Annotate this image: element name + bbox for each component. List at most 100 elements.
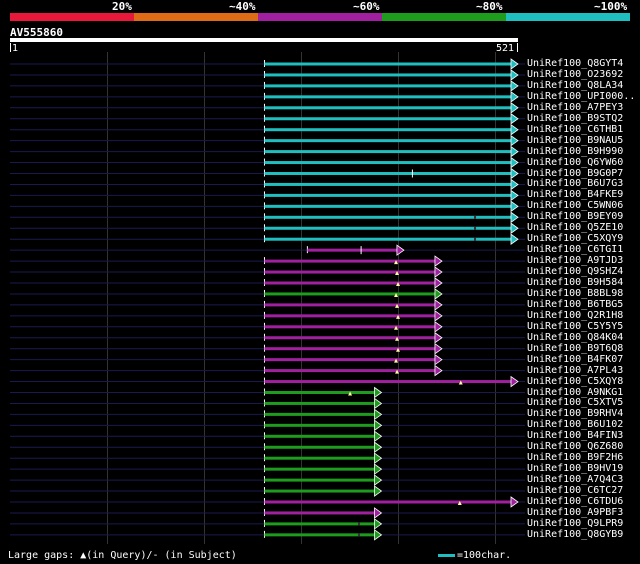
hit-bar[interactable] xyxy=(264,117,511,121)
hit-bar[interactable] xyxy=(264,150,511,154)
hit-label[interactable]: UniRef100_Q8GYB9 xyxy=(527,529,623,540)
hit-bar[interactable] xyxy=(264,204,511,208)
hit-bar[interactable] xyxy=(264,467,375,471)
hit-row[interactable] xyxy=(10,518,525,530)
hit-label[interactable]: UniRef100_B6U102 xyxy=(527,420,623,430)
hit-row[interactable] xyxy=(10,112,525,125)
hit-row[interactable] xyxy=(10,277,525,289)
hit-label[interactable]: UniRef100_A9NKG1 xyxy=(527,387,623,398)
hit-row[interactable] xyxy=(10,353,525,366)
hit-label[interactable]: UniRef100_B9G0P7 xyxy=(527,168,623,179)
hit-label[interactable]: UniRef100_Q5ZE10 xyxy=(527,223,623,233)
hit-row[interactable] xyxy=(10,145,525,158)
hit-label[interactable]: UniRef100_Q9LPR9 xyxy=(527,518,623,529)
hit-bar[interactable] xyxy=(264,401,375,405)
hit-bar[interactable] xyxy=(264,336,435,340)
hit-bar[interactable] xyxy=(264,62,511,66)
hit-label[interactable]: UniRef100_Q2R1H8 xyxy=(527,310,623,321)
hit-bar[interactable] xyxy=(264,456,375,460)
hit-row[interactable] xyxy=(10,485,525,497)
hit-label[interactable]: UniRef100_Q6YW60 xyxy=(527,157,623,168)
hit-label[interactable]: UniRef100_B6U7G3 xyxy=(527,179,623,189)
hit-label[interactable]: UniRef100_B9H990 xyxy=(527,146,623,157)
hit-bar[interactable] xyxy=(264,391,375,394)
hit-row[interactable] xyxy=(10,310,525,322)
hit-row[interactable] xyxy=(10,91,525,103)
hit-bar[interactable] xyxy=(264,281,435,285)
hit-label[interactable]: UniRef100_C6THB1 xyxy=(527,124,623,135)
hit-bar[interactable] xyxy=(264,270,435,274)
hit-row[interactable] xyxy=(10,156,525,169)
hit-bar[interactable] xyxy=(264,303,435,307)
hit-bar[interactable] xyxy=(264,489,375,493)
hit-label[interactable]: UniRef100_B9H584 xyxy=(527,278,623,288)
hit-row[interactable] xyxy=(10,452,525,464)
hit-row[interactable] xyxy=(10,375,525,388)
hit-row[interactable] xyxy=(10,255,525,267)
hit-row[interactable] xyxy=(10,496,525,508)
hit-row[interactable] xyxy=(10,441,525,454)
hit-row[interactable] xyxy=(10,200,525,213)
hit-row[interactable] xyxy=(10,507,525,519)
hit-label[interactable]: UniRef100_Q6Z680 xyxy=(527,442,623,452)
hit-row[interactable] xyxy=(10,233,525,245)
hit-row[interactable] xyxy=(10,321,525,333)
hit-bar[interactable] xyxy=(264,358,435,362)
hit-label[interactable]: UniRef100_UPI000.. xyxy=(527,91,635,102)
hit-label[interactable]: UniRef100_C5XTV5 xyxy=(527,398,623,408)
hit-label[interactable]: UniRef100_C6TC27 xyxy=(527,486,623,496)
hit-label[interactable]: UniRef100_Q8LA34 xyxy=(527,80,623,91)
hit-row[interactable] xyxy=(10,58,525,70)
hit-label[interactable]: UniRef100_C5XQY9 xyxy=(527,234,623,244)
hit-bar[interactable] xyxy=(264,478,375,482)
hit-label[interactable]: UniRef100_B9F2H6 xyxy=(527,453,623,463)
hit-bar[interactable] xyxy=(264,445,375,449)
hit-bar[interactable] xyxy=(264,380,511,384)
hit-label[interactable]: UniRef100_A9PBF3 xyxy=(527,507,623,518)
hit-row[interactable] xyxy=(10,69,525,81)
hit-label[interactable]: UniRef100_A7PEY3 xyxy=(527,102,623,113)
hit-row[interactable] xyxy=(10,299,525,311)
hit-label[interactable]: UniRef100_C6TDU6 xyxy=(527,497,623,507)
hit-bar[interactable] xyxy=(264,369,435,373)
hit-label[interactable]: UniRef100_C5XQY8 xyxy=(527,376,623,387)
hit-label[interactable]: UniRef100_B9T6Q8 xyxy=(527,343,623,354)
hit-bar[interactable] xyxy=(264,193,511,197)
hit-bar[interactable] xyxy=(264,434,375,438)
hit-label[interactable]: UniRef100_A7PL43 xyxy=(527,365,623,376)
hit-label[interactable]: UniRef100_C5Y5Y5 xyxy=(527,321,623,332)
hit-label[interactable]: UniRef100_B4FIN3 xyxy=(527,431,623,441)
hit-bar[interactable] xyxy=(264,73,511,77)
hit-label[interactable]: UniRef100_B9STQ2 xyxy=(527,113,623,124)
hit-bar[interactable] xyxy=(307,248,397,252)
hit-row[interactable] xyxy=(10,364,525,377)
hit-bar[interactable] xyxy=(264,161,511,165)
hit-label[interactable]: UniRef100_B4FK07 xyxy=(527,354,623,365)
hit-label[interactable]: UniRef100_B8BL98 xyxy=(527,288,623,299)
hit-row[interactable] xyxy=(10,331,525,344)
hit-bar[interactable] xyxy=(264,347,435,351)
hit-bar[interactable] xyxy=(264,292,435,296)
hit-row[interactable] xyxy=(10,474,525,486)
hit-label[interactable]: UniRef100_B9RHV4 xyxy=(527,409,623,419)
hit-label[interactable]: UniRef100_B6TBG5 xyxy=(527,299,623,310)
hit-bar[interactable] xyxy=(264,106,511,110)
hit-row[interactable] xyxy=(10,102,525,114)
hit-bar[interactable] xyxy=(264,412,375,416)
hit-label[interactable]: UniRef100_A9TJD3 xyxy=(527,256,623,266)
hit-label[interactable]: UniRef100_B9NAU5 xyxy=(527,135,623,146)
hit-row[interactable] xyxy=(10,211,525,224)
hit-label[interactable]: UniRef100_Q84K04 xyxy=(527,332,623,343)
hit-row[interactable] xyxy=(10,178,525,191)
hit-row[interactable] xyxy=(10,288,525,300)
hit-row[interactable] xyxy=(10,244,525,256)
hit-row[interactable] xyxy=(10,430,525,443)
hit-row[interactable] xyxy=(10,266,525,278)
hit-label[interactable]: UniRef100_Q8GYT4 xyxy=(527,59,623,69)
hit-bar[interactable] xyxy=(264,511,375,515)
hit-label[interactable]: UniRef100_C5WN06 xyxy=(527,201,623,211)
hit-bar[interactable] xyxy=(264,423,375,427)
hit-bar[interactable] xyxy=(264,84,511,88)
hit-row[interactable] xyxy=(10,408,525,421)
hit-bar[interactable] xyxy=(264,182,511,186)
